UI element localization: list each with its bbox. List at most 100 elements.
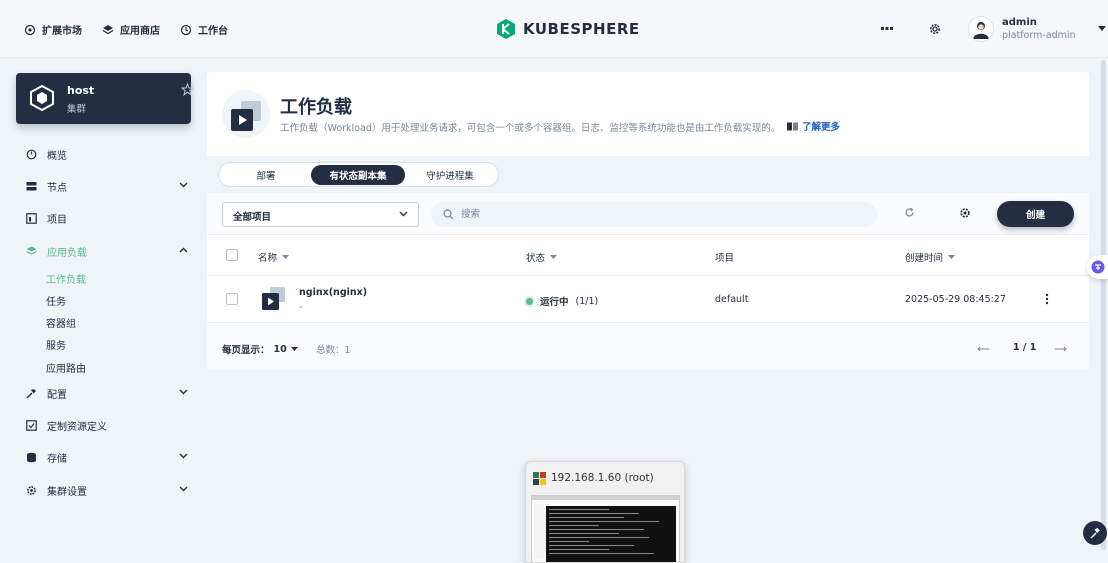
sidebar-item-cluster-settings[interactable]: 集群设置 [26, 479, 192, 501]
brand-logo[interactable]: KUBESPHERE [495, 18, 640, 40]
sidebar-item-app-workloads[interactable]: 应用负载 [26, 240, 192, 262]
workload-subtitle: - [299, 302, 303, 313]
sidebar-item-projects[interactable]: 项目 [26, 207, 192, 229]
search-input[interactable] [461, 205, 861, 223]
remote-session-preview[interactable]: 192.168.1.60 (root) [525, 461, 685, 563]
tabs-bar: 部署 有状态副本集 守护进程集 [207, 156, 1089, 193]
more-vertical-icon[interactable] [1045, 293, 1049, 305]
extension-icon [24, 24, 36, 35]
nav-extension-market[interactable]: 扩展市场 [24, 22, 82, 37]
preview-title: 192.168.1.60 (root) [551, 472, 654, 484]
kubesphere-logo-icon [497, 19, 515, 39]
status-dot [526, 297, 533, 305]
row-checkbox[interactable] [226, 293, 238, 305]
workload-icon [262, 287, 285, 310]
status-text: 运行中 [540, 297, 569, 308]
create-button[interactable]: 创建 [997, 201, 1074, 227]
nav-label: 工作台 [198, 26, 228, 37]
app-store-icon [102, 24, 114, 34]
prev-page-icon[interactable] [977, 346, 989, 352]
workload-name[interactable]: nginx(nginx) [299, 287, 367, 298]
gear-icon[interactable] [928, 22, 942, 36]
top-bar: 扩展市场 应用商店 工作台 KUBESPHERE admin platform-… [0, 0, 1108, 58]
nav-app-store[interactable]: 应用商店 [102, 22, 160, 37]
gear-icon[interactable] [959, 207, 971, 219]
cluster-name: host [67, 84, 95, 97]
scrollbar-thumb[interactable] [1101, 60, 1106, 550]
main-panel: 工作负载 工作负载（Workload）用于处理业务请求，可包含一个或多个容器组。… [207, 72, 1089, 370]
preview-thumbnail [531, 495, 680, 562]
sidebar-item-storage[interactable]: 存储 [26, 446, 192, 468]
user-menu[interactable]: admin platform-admin [968, 16, 1106, 42]
sidebar-item-label: 配置 [47, 389, 67, 401]
column-header-name[interactable]: 名称 [258, 250, 290, 264]
tab-daemonsets[interactable]: 守护进程集 [405, 165, 495, 185]
page-size-value: 10 [273, 343, 287, 355]
sidebar-item-label: 概览 [47, 150, 67, 162]
caret-down-icon [290, 346, 298, 351]
sidebar-sub-workloads[interactable]: 工作负载 [46, 269, 86, 287]
sidebar-item-label: 定制资源定义 [47, 421, 107, 433]
sidebar-item-label: 存储 [47, 453, 67, 465]
column-header-status[interactable]: 状态 [526, 250, 558, 264]
dashboard-icon [26, 149, 37, 159]
page-description: 工作负载（Workload）用于处理业务请求，可包含一个或多个容器组。日志、监控… [280, 123, 781, 134]
terminal-thumbnail-image [532, 496, 679, 562]
column-header-label: 状态 [526, 253, 546, 264]
caret-down-icon [282, 254, 290, 259]
sidebar-sub-services[interactable]: 服务 [46, 335, 66, 353]
sidebar-sub-pods[interactable]: 容器组 [46, 313, 76, 331]
settings-icon [27, 485, 36, 495]
sidebar-item-crd[interactable]: 定制资源定义 [26, 414, 192, 436]
page-header: 工作负载 工作负载（Workload）用于处理业务请求，可包含一个或多个容器组。… [207, 72, 1089, 156]
next-page-icon[interactable] [1055, 346, 1067, 352]
column-header-created[interactable]: 创建时间 [905, 250, 956, 264]
column-header-label: 名称 [258, 253, 278, 264]
tab-statefulsets[interactable]: 有状态副本集 [311, 164, 405, 185]
page-size-selector[interactable]: 每页显示： 10 [222, 342, 298, 356]
translate-icon [1091, 260, 1104, 274]
nav-label: 扩展市场 [42, 26, 82, 37]
column-header-project: 项目 [715, 250, 734, 264]
chevron-down-icon [179, 389, 188, 395]
sidebar-item-nodes[interactable]: 节点 [26, 175, 192, 197]
translate-button[interactable] [1087, 255, 1108, 279]
chevron-down-icon [179, 486, 188, 492]
tab-deployments[interactable]: 部署 [221, 165, 311, 185]
crd-icon [26, 419, 37, 431]
nav-workbench[interactable]: 工作台 [180, 22, 228, 37]
caret-down-icon [948, 254, 956, 259]
project-select[interactable]: 全部项目 [222, 202, 419, 227]
sidebar-sub-jobs[interactable]: 任务 [46, 291, 66, 309]
search-icon [443, 209, 454, 220]
table-row[interactable]: nginx(nginx) - 运行中 (1/1) default 2025-05… [207, 277, 1089, 323]
chevron-down-icon [179, 182, 188, 188]
tab-group: 部署 有状态副本集 守护进程集 [218, 162, 499, 187]
page-indicator: 1 / 1 [1013, 342, 1037, 353]
chevron-down-icon [179, 453, 188, 459]
brand-name: KUBESPHERE [523, 20, 640, 38]
sidebar-item-label: 应用负载 [47, 247, 87, 259]
book-icon [787, 122, 798, 130]
sidebar-item-overview[interactable]: 概览 [26, 143, 192, 165]
status-count: (1/1) [575, 295, 599, 307]
sidebar-sub-routes[interactable]: 应用路由 [46, 358, 86, 376]
created-time-cell: 2025-05-29 08:45:27 [905, 294, 1006, 305]
toolbox-button[interactable] [1083, 521, 1107, 545]
cluster-card[interactable]: host 集群 [16, 73, 194, 124]
learn-more-link[interactable]: 了解更多 [787, 119, 840, 133]
learn-more-label: 了解更多 [802, 122, 841, 133]
sidebar-item-config[interactable]: 配置 [26, 382, 192, 404]
total-count: 总数：1 [316, 345, 351, 356]
chevron-down-icon [399, 211, 408, 217]
cluster-type: 集群 [67, 104, 87, 115]
user-role: platform-admin [1002, 30, 1076, 41]
apps-grid-icon[interactable] [880, 22, 894, 36]
select-all-checkbox[interactable] [226, 249, 238, 261]
cluster-icon [30, 84, 54, 112]
star-icon[interactable] [181, 83, 194, 96]
hammer-icon [1090, 528, 1100, 539]
user-info: admin platform-admin [1002, 16, 1076, 42]
storage-icon [27, 452, 36, 462]
refresh-icon[interactable] [904, 207, 915, 218]
